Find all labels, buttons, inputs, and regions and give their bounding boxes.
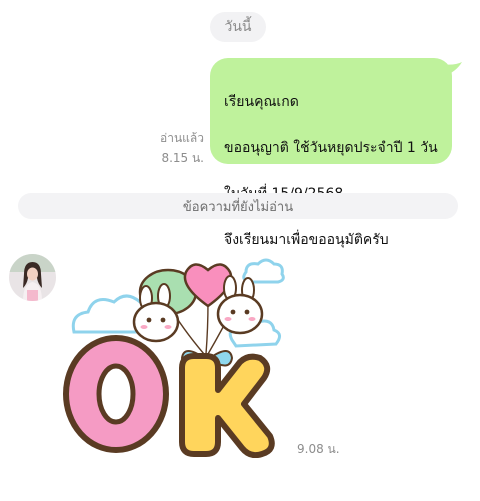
date-separator: วันนี้ [210, 12, 266, 42]
bubble-tail-icon [440, 62, 462, 76]
bunny-icon [216, 275, 264, 335]
profile-photo-icon [9, 254, 56, 301]
message-meta: อ่านแล้ว 8.15 น. [150, 128, 204, 168]
unread-divider: ข้อความที่ยังไม่อ่าน [18, 193, 458, 219]
message-time: 8.15 น. [161, 151, 204, 165]
letter-k-icon [179, 353, 275, 458]
read-status: อ่านแล้ว [160, 131, 204, 145]
message-time: 9.08 น. [297, 442, 340, 456]
message-line: จึงเรียนมาเพื่อขออนุมัติครับ [224, 232, 389, 248]
outgoing-message-bubble[interactable]: เรียนคุณเกด ขออนุญาติ ใช้วันหยุดประจำปี … [210, 58, 452, 248]
message-line: ขออนุญาติ ใช้วันหยุดประจำปี 1 วัน [224, 140, 438, 156]
ok-sticker[interactable]: OK [60, 258, 296, 458]
message-line: เรียนคุณเกด [224, 94, 299, 110]
letter-o-icon [63, 335, 169, 453]
avatar[interactable] [9, 254, 56, 301]
